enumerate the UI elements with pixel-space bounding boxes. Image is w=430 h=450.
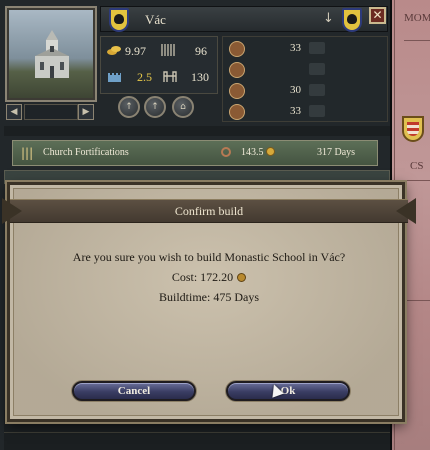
levy-row: 33 xyxy=(223,102,389,123)
dialog-message: Are you sure you wish to build Monastic … xyxy=(10,247,408,307)
dialog-buildtime: Buildtime: 475 Days xyxy=(159,290,259,304)
gold-icon xyxy=(107,46,121,55)
building-time: 317 Days xyxy=(317,147,356,158)
build-button[interactable]: ⌂ xyxy=(172,96,194,118)
holder-coat-of-arms-icon[interactable] xyxy=(109,8,129,32)
levy-row: 33 xyxy=(223,39,389,60)
map-coat-of-arms-icon[interactable] xyxy=(402,116,424,142)
arrow-down-icon[interactable]: ↓ xyxy=(323,11,334,26)
stat-row: 2.5 130 xyxy=(101,67,219,93)
garrison-icon xyxy=(163,71,177,82)
dialog-title: Confirm build xyxy=(174,204,244,218)
castle-icon xyxy=(108,73,121,82)
levy-count: 30 xyxy=(290,84,301,96)
levy-icon xyxy=(161,44,175,56)
ok-button[interactable]: Ok xyxy=(226,381,350,401)
stat-row: 9.97 96 xyxy=(101,41,219,67)
dialog-titlebar: Confirm build xyxy=(10,199,408,223)
levy-row xyxy=(223,60,389,81)
levy-count: 33 xyxy=(290,42,301,54)
province-portrait xyxy=(5,6,97,102)
garrison-value: 130 xyxy=(191,70,209,84)
building-icon: ||| xyxy=(21,146,34,160)
levy-count: 33 xyxy=(290,105,301,117)
province-nav-track xyxy=(24,104,78,120)
confirm-build-dialog: Confirm build Are you sure you wish to b… xyxy=(7,182,408,422)
raise-levy-button[interactable]: ↑ xyxy=(118,96,140,118)
upgrade-button[interactable]: ↑ xyxy=(144,96,166,118)
building-cost: 143.5 xyxy=(241,147,275,158)
troop-type-icon xyxy=(309,42,325,54)
spear-icon xyxy=(229,62,245,78)
levy-value: 96 xyxy=(195,44,207,58)
province-stats: 9.97 96 2.5 130 xyxy=(100,36,218,94)
gold-value: 9.97 xyxy=(125,44,146,58)
archer-icon xyxy=(229,41,245,57)
building-name: Church Fortifications xyxy=(43,147,129,158)
shield-icon xyxy=(229,104,245,120)
buildings-divider xyxy=(4,126,390,136)
levy-panel: 33 30 33 xyxy=(222,36,388,122)
map-label: MOM xyxy=(404,12,430,24)
building-row[interactable]: ||| Church Fortifications 143.5 317 Days xyxy=(12,140,378,166)
prev-province-button[interactable]: ◀ xyxy=(6,104,22,120)
tax-value: 2.5 xyxy=(137,70,152,84)
troop-type-icon xyxy=(309,105,325,117)
dialog-cost-line: Cost: 172.20 xyxy=(10,267,408,287)
troop-type-icon xyxy=(309,63,325,75)
liege-coat-of-arms-icon[interactable] xyxy=(342,8,362,32)
game-screen: MOM CS ◀ ▶ Vác ↓ ✕ 9.97 96 2.5 130 ↑ ↑ ⌂… xyxy=(0,0,430,450)
troop-type-icon xyxy=(309,84,325,96)
divider xyxy=(4,432,390,433)
province-header: Vác ↓ xyxy=(100,6,388,32)
map-label: CS xyxy=(410,160,424,172)
coin-icon xyxy=(265,147,275,156)
coin-icon xyxy=(237,273,247,282)
levy-row: 30 xyxy=(223,81,389,102)
build-status-icon xyxy=(221,147,231,157)
dialog-cost: Cost: 172.20 xyxy=(171,270,234,284)
dialog-question: Are you sure you wish to build Monastic … xyxy=(72,250,346,264)
province-name: Vác xyxy=(145,12,166,27)
cancel-button[interactable]: Cancel xyxy=(72,381,196,401)
church-icon xyxy=(35,30,69,78)
close-button[interactable]: ✕ xyxy=(369,7,386,24)
next-province-button[interactable]: ▶ xyxy=(78,104,94,120)
crossbow-icon xyxy=(229,83,245,99)
